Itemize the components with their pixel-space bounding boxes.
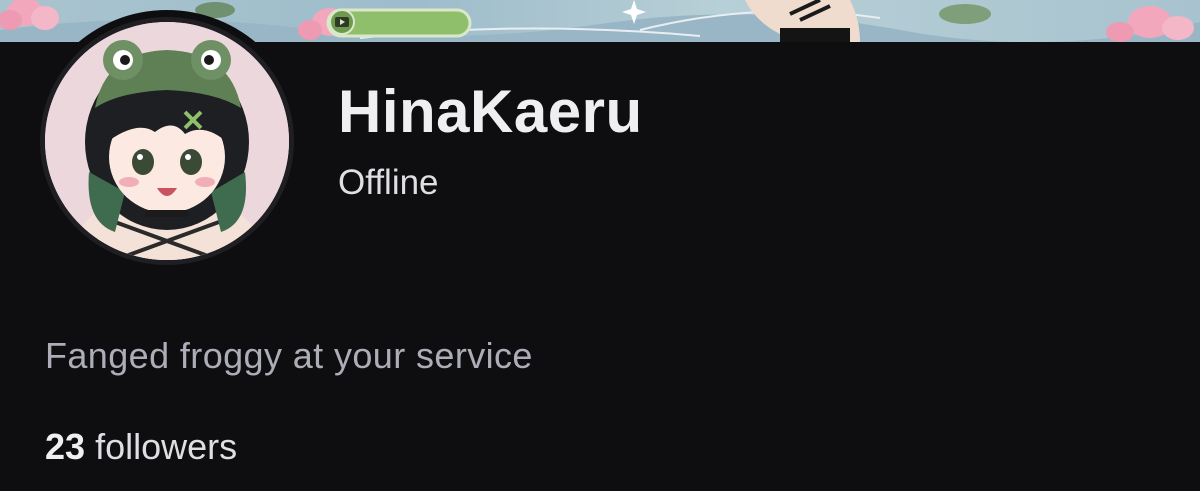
lotus-flower-right xyxy=(1106,6,1194,42)
avatar[interactable] xyxy=(40,17,294,265)
followers-count[interactable]: 23 followers xyxy=(45,427,237,467)
channel-name[interactable]: HinaKaeru xyxy=(338,80,643,144)
youtube-icon xyxy=(326,8,472,38)
followers-number: 23 xyxy=(45,426,86,467)
channel-profile-page: HinaKaeru Offline Fanged froggy at your … xyxy=(0,0,1200,491)
live-status: Offline xyxy=(338,163,439,202)
followers-label: followers xyxy=(95,426,238,467)
lotus-flower-left xyxy=(0,0,59,30)
channel-bio: Fanged froggy at your service xyxy=(45,335,533,376)
